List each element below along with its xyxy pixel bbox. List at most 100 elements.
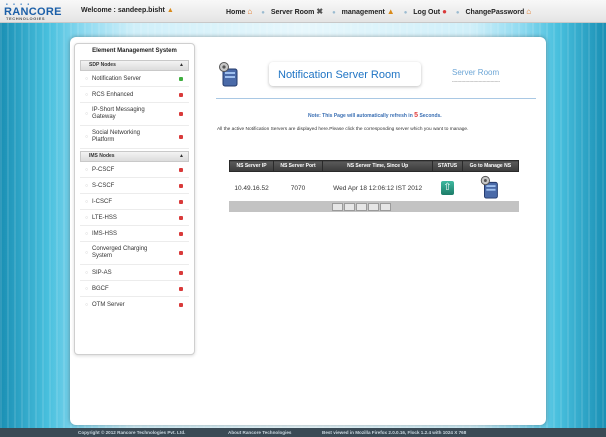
- nav-separator: ●: [455, 10, 460, 16]
- last-page-button[interactable]: [380, 203, 391, 211]
- status-led-red: [179, 286, 183, 291]
- nav-separator: ●: [261, 10, 265, 16]
- bullet-icon: ○: [85, 75, 89, 82]
- col-header-time: NS Server Time, Since Up: [321, 160, 434, 172]
- table-footer: [229, 201, 519, 212]
- bullet-icon: ○: [85, 214, 89, 221]
- footer-best-viewed: Best viewed in Mozilla Firefox 2.0.0.16,…: [322, 430, 467, 435]
- status-led-green: [179, 76, 183, 81]
- bullet-icon: ○: [85, 230, 89, 237]
- sidebar-item-social-networking[interactable]: ○ Social Networking Platform: [80, 126, 189, 149]
- status-led-red: [179, 112, 183, 116]
- status-led-red: [179, 302, 183, 307]
- status-led-red: [179, 135, 183, 139]
- col-header-ip: NS Server IP: [228, 160, 275, 172]
- sidebar-title: Element Management System: [92, 48, 177, 54]
- description-text: All the active Notification Servers are …: [217, 127, 469, 132]
- bullet-icon: ○: [85, 91, 89, 98]
- divider: [216, 98, 536, 99]
- sidebar-item-bgcf[interactable]: ○ BGCF: [80, 281, 189, 297]
- sidebar-item-ims-hss[interactable]: ○ IMS-HSS: [80, 226, 189, 242]
- bullet-icon: ○: [85, 166, 89, 173]
- first-page-button[interactable]: [332, 203, 343, 211]
- cell-manage: [462, 171, 519, 204]
- chevron-up-icon: ▲: [179, 62, 184, 68]
- welcome-text: Welcome : sandeep.bisht ▲: [81, 7, 174, 14]
- cell-status: ⇧: [432, 171, 463, 204]
- breadcrumb: Server Room: [452, 68, 500, 77]
- cell-ip: 10.49.16.52: [229, 171, 274, 204]
- status-led-red: [179, 215, 183, 220]
- top-nav: Home ⌂ ● Server Room ✖ ● management ▲ ● Log…: [226, 7, 536, 16]
- nav-management[interactable]: management ▲: [342, 7, 395, 16]
- bullet-icon: ○: [85, 182, 89, 189]
- cell-port: 7070: [273, 171, 323, 204]
- nav-change-password[interactable]: ChangePassword ⌂: [465, 7, 532, 16]
- bullet-icon: ○: [85, 301, 89, 308]
- sidebar-item-lte-hss[interactable]: ○ LTE-HSS: [80, 210, 189, 226]
- logo-sub: TECHNOLOGIES: [6, 16, 46, 21]
- section-sdp-nodes[interactable]: SDP Nodes ▲: [80, 60, 189, 71]
- col-header-manage: Go to Manage NS: [461, 160, 520, 172]
- sidebar: Element Management System SDP Nodes ▲ ○ No…: [74, 43, 195, 355]
- nav-home[interactable]: Home ⌂: [226, 7, 253, 16]
- user-icon: ▲: [166, 7, 174, 14]
- server-gear-icon: [219, 62, 238, 87]
- refresh-note: Note: This Page will automatically refre…: [308, 112, 442, 119]
- sidebar-item-p-cscf[interactable]: ○ P-CSCF: [80, 162, 189, 178]
- sidebar-item-converged-charging[interactable]: ○ Converged Charging System: [80, 242, 189, 265]
- section-ims-nodes[interactable]: IMS Nodes ▲: [80, 151, 189, 162]
- home-icon: ⌂: [247, 7, 253, 16]
- col-header-port: NS Server Port: [273, 160, 323, 172]
- footer-copyright: Copyright © 2012 Rancore Technologies Pv…: [78, 430, 186, 435]
- password-icon: ⌂: [526, 7, 532, 16]
- nav-logout[interactable]: Log Out ●: [413, 7, 447, 16]
- main-container: Element Management System SDP Nodes ▲ ○ No…: [70, 37, 546, 425]
- prev-page-button[interactable]: [344, 203, 355, 211]
- bullet-icon: ○: [85, 249, 89, 256]
- bullet-icon: ○: [85, 285, 89, 292]
- top-bar: • • • • RANCORE TECHNOLOGIES Welcome : s…: [0, 0, 606, 23]
- sidebar-item-ip-sm-gateway[interactable]: ○ IP-Short Messaging Gateway: [80, 103, 189, 126]
- col-header-status: STATUS: [432, 160, 463, 172]
- status-led-red: [179, 251, 183, 255]
- footer-about-link[interactable]: About Rancore Technologies: [228, 428, 291, 437]
- table-row: 10.49.16.52 7070 Wed Apr 18 12:06:12 IST…: [229, 171, 519, 204]
- bullet-icon: ○: [85, 198, 89, 205]
- status-up-arrow-icon[interactable]: ⇧: [441, 181, 454, 195]
- ns-server-table: NS Server IP NS Server Port NS Server Ti…: [228, 160, 520, 204]
- welcome-label: Welcome : sandeep.bisht: [81, 7, 165, 14]
- user-icon: ▲: [386, 7, 395, 16]
- sidebar-item-i-cscf[interactable]: ○ I-CSCF: [80, 194, 189, 210]
- sidebar-item-rcs-enhanced[interactable]: ○ RCS Enhanced: [80, 87, 189, 103]
- nav-separator: ●: [332, 10, 336, 16]
- logout-icon: ●: [442, 7, 447, 16]
- refresh-seconds: 5: [414, 112, 419, 119]
- next-page-button[interactable]: [368, 203, 379, 211]
- breadcrumb-underline: ------------------------------------: [452, 78, 500, 83]
- cell-time: Wed Apr 18 12:06:12 IST 2012: [322, 171, 433, 204]
- nav-server-room[interactable]: Server Room ✖: [271, 7, 324, 16]
- manage-ns-icon[interactable]: [479, 175, 501, 199]
- bullet-icon: ○: [85, 133, 89, 140]
- chevron-up-icon: ▲: [179, 153, 184, 159]
- status-led-red: [179, 167, 183, 172]
- pagination: [332, 203, 391, 211]
- status-led-red: [179, 183, 183, 188]
- rancore-logo[interactable]: • • • • RANCORE TECHNOLOGIES: [4, 2, 61, 21]
- bullet-icon: ○: [85, 269, 89, 276]
- sidebar-item-sip-as[interactable]: ○ SIP-AS: [80, 265, 189, 281]
- sidebar-item-notification-server[interactable]: ○ Notification Server: [80, 71, 189, 87]
- bullet-icon: ○: [85, 110, 89, 117]
- status-led-red: [179, 199, 183, 204]
- page-title: Notification Server Room: [278, 69, 401, 81]
- tools-icon: ✖: [316, 7, 324, 16]
- page-number[interactable]: [356, 203, 367, 211]
- status-led-red: [179, 270, 183, 275]
- nav-separator: ●: [403, 10, 408, 16]
- sidebar-item-s-cscf[interactable]: ○ S-CSCF: [80, 178, 189, 194]
- status-led-red: [179, 231, 183, 236]
- status-led-red: [179, 92, 183, 97]
- footer: Copyright © 2012 Rancore Technologies Pv…: [0, 428, 606, 437]
- sidebar-item-otm-server[interactable]: ○ OTM Server: [80, 297, 189, 312]
